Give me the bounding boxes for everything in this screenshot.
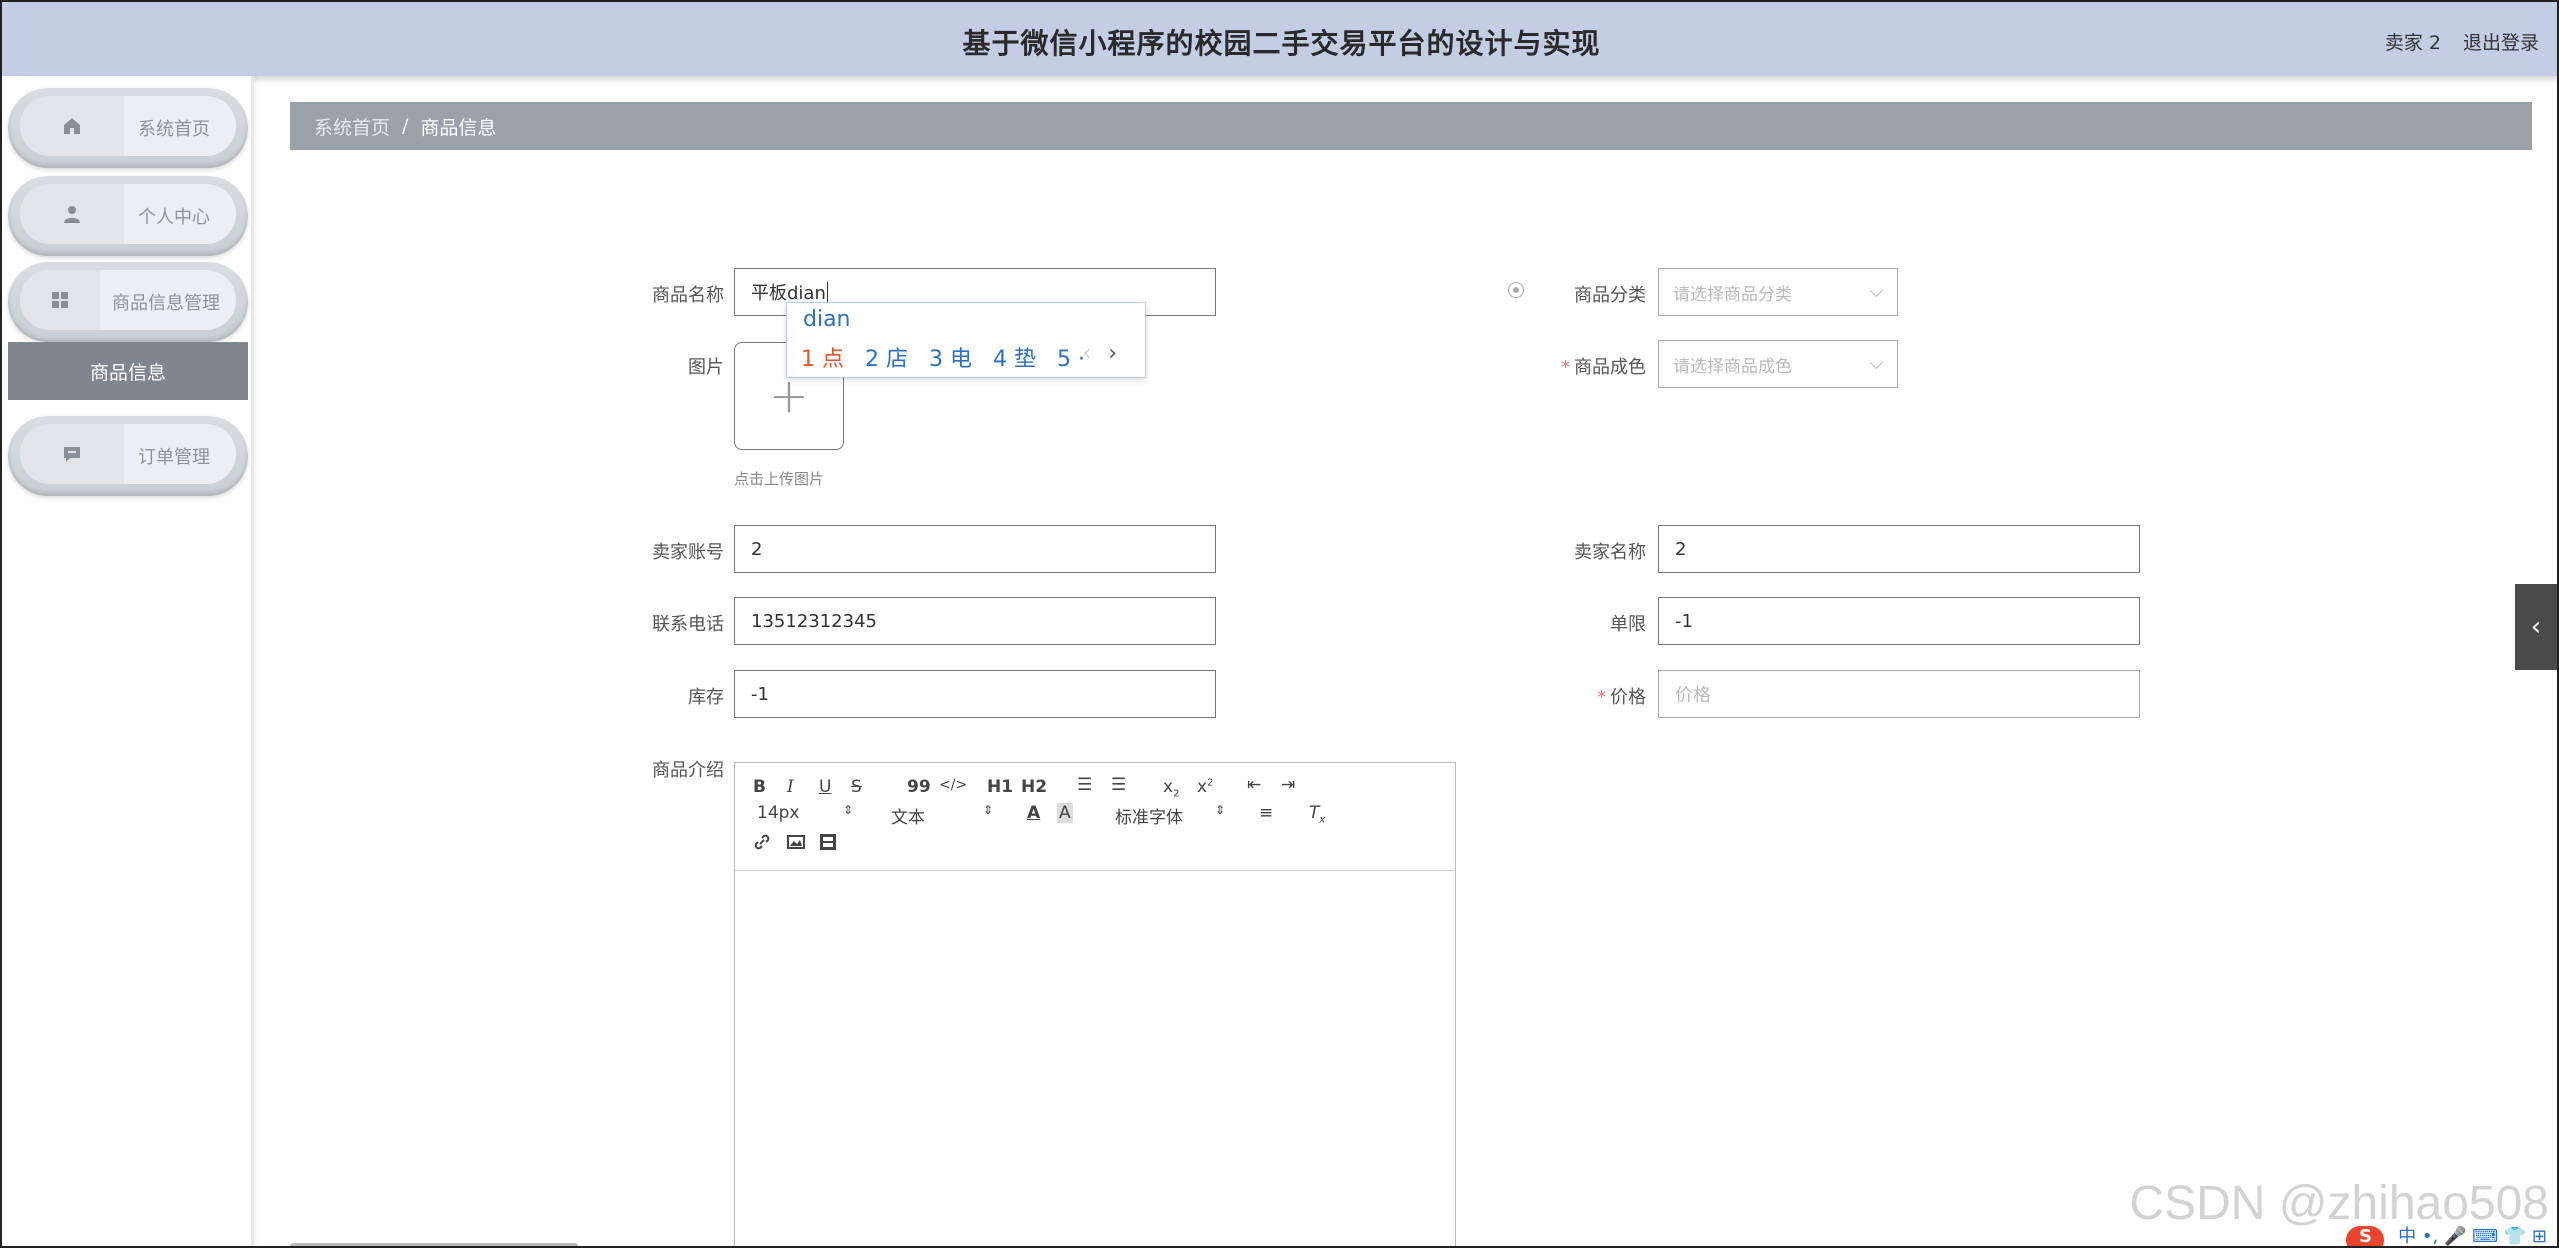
sidebar-item-goods-management[interactable]: 商品信息管理	[8, 262, 248, 342]
bullet-list-icon[interactable]: ☰	[1111, 775, 1126, 795]
category-select[interactable]: 请选择商品分类 ⌵	[1658, 268, 1898, 316]
limit-label: 单限	[1610, 614, 1646, 635]
ime-candidate[interactable]: 5 ·	[1057, 347, 1085, 372]
link-icon[interactable]	[753, 833, 771, 856]
ime-candidate[interactable]: 1 点	[801, 347, 844, 372]
category-placeholder: 请选择商品分类	[1673, 284, 1792, 305]
breadcrumb-separator: /	[402, 115, 409, 137]
ime-nav: ‹ ›	[1082, 341, 1117, 366]
condition-select[interactable]: 请选择商品成色 ⌵	[1658, 340, 1898, 388]
strike-button[interactable]: S	[851, 777, 862, 797]
price-label: * 价格	[1597, 687, 1646, 708]
condition-label: * 商品成色	[1561, 357, 1646, 378]
sidebar: 系统首页 个人中心 商品信息管理 商品信息 订单管理	[2, 76, 254, 1246]
top-header: 基于微信小程序的校园二手交易平台的设计与实现 卖家 2 退出登录	[2, 2, 2557, 76]
ime-next-icon[interactable]: ›	[1108, 341, 1117, 366]
page-title: 基于微信小程序的校园二手交易平台的设计与实现	[962, 27, 1601, 60]
ime-candidate[interactable]: 4 垫	[993, 347, 1036, 372]
clear-format-icon[interactable]: Tx	[1309, 803, 1325, 825]
updown-icon: ⇕	[843, 803, 854, 817]
ime-candidates: 1 点 2 店 3 电 4 垫 5 ·	[801, 341, 1099, 373]
updown-icon: ⇕	[983, 803, 994, 817]
sidebar-group-goods: 商品信息管理 商品信息	[8, 262, 248, 406]
image-icon[interactable]	[787, 833, 805, 856]
seller-name-input[interactable]: 2	[1658, 525, 2140, 573]
intro-label: 商品介绍	[652, 760, 724, 781]
breadcrumb-current: 商品信息	[420, 116, 497, 139]
logout-link[interactable]: 退出登录	[2463, 28, 2539, 55]
sidebar-subitem-goods-info[interactable]: 商品信息	[8, 342, 248, 400]
required-mark: *	[1561, 357, 1570, 378]
superscript-button[interactable]: x2	[1197, 777, 1213, 797]
ime-candidate-popup: dian 1 点 2 店 3 电 4 垫 5 · ‹ ›	[786, 302, 1146, 378]
current-user: 卖家 2	[2384, 32, 2441, 54]
chevron-down-icon: ⌵	[1869, 281, 1883, 302]
paragraph-select[interactable]: 文本	[891, 803, 925, 828]
limit-input[interactable]: -1	[1658, 597, 2140, 645]
ime-pinyin: dian	[803, 307, 851, 332]
seller-account-label: 卖家账号	[652, 542, 724, 563]
bold-button[interactable]: B	[753, 777, 766, 797]
underline-button[interactable]: U	[819, 777, 831, 797]
chat-icon	[20, 424, 124, 484]
category-label: 商品分类	[1574, 285, 1646, 306]
text-cursor	[826, 282, 828, 302]
image-label: 图片	[688, 357, 724, 378]
user-icon	[20, 184, 124, 244]
stock-label: 库存	[688, 687, 724, 708]
upload-tip: 点击上传图片	[734, 470, 825, 488]
grid-icon	[20, 270, 100, 330]
stock-input[interactable]: -1	[734, 670, 1216, 718]
h1-button[interactable]: H1	[987, 777, 1013, 797]
ime-candidate[interactable]: 3 电	[929, 347, 972, 372]
background-color-icon[interactable]: A	[1057, 803, 1073, 823]
editor-toolbar: B I U S 99 </> H1 H2 ☰ ☰ x2 x2 ⇤ ⇥ 14px …	[735, 763, 1455, 871]
indent-icon[interactable]: ⇤	[1247, 775, 1261, 795]
seller-name-label: 卖家名称	[1574, 542, 1646, 563]
chevron-down-icon: ⌵	[1869, 353, 1883, 374]
price-input[interactable]: 价格	[1658, 670, 2140, 718]
phone-label: 联系电话	[652, 614, 724, 635]
breadcrumb: 系统首页 / 商品信息	[290, 102, 2532, 150]
video-icon[interactable]	[819, 833, 837, 856]
sidebar-item-label: 订单管理	[138, 447, 210, 468]
rich-text-editor: B I U S 99 </> H1 H2 ☰ ☰ x2 x2 ⇤ ⇥ 14px …	[734, 762, 1456, 1246]
font-color-icon[interactable]: A	[1027, 803, 1040, 823]
align-icon[interactable]: ≡	[1259, 803, 1273, 823]
font-family-select[interactable]: 标准字体	[1115, 803, 1183, 828]
sogou-logo-icon: S	[2346, 1226, 2385, 1246]
breadcrumb-home[interactable]: 系统首页	[314, 113, 390, 140]
updown-icon: ⇕	[1215, 803, 1226, 817]
italic-button[interactable]: I	[787, 777, 794, 797]
sidebar-item-orders[interactable]: 订单管理	[8, 416, 248, 496]
outdent-icon[interactable]: ⇥	[1281, 775, 1295, 795]
seller-account-input[interactable]: 2	[734, 525, 1216, 573]
phone-input[interactable]: 13512312345	[734, 597, 1216, 645]
sidebar-item-label: 个人中心	[138, 207, 210, 228]
subscript-button[interactable]: x2	[1163, 777, 1179, 799]
name-label: 商品名称	[652, 285, 724, 306]
font-size-select[interactable]: 14px	[757, 803, 799, 823]
chevron-left-icon[interactable]: ‹	[2515, 584, 2557, 670]
condition-placeholder: 请选择商品成色	[1673, 356, 1792, 377]
sidebar-item-label: 系统首页	[138, 119, 210, 140]
editor-content[interactable]	[735, 871, 1455, 1246]
code-block-button[interactable]: </>	[939, 777, 967, 793]
h2-button[interactable]: H2	[1021, 777, 1047, 797]
app-window: 基于微信小程序的校园二手交易平台的设计与实现 卖家 2 退出登录 系统首页 个人…	[0, 0, 2559, 1248]
home-icon	[20, 96, 124, 156]
ime-candidate[interactable]: 2 店	[865, 347, 908, 372]
required-mark: *	[1597, 687, 1606, 708]
sidebar-item-profile[interactable]: 个人中心	[8, 176, 248, 256]
blockquote-button[interactable]: 99	[907, 777, 931, 797]
ordered-list-icon[interactable]: ☰	[1077, 775, 1092, 795]
ime-status-text: 中 •, 🎤 ⌨ 👕 ⊞	[2398, 1226, 2547, 1247]
sidebar-item-home[interactable]: 系统首页	[8, 88, 248, 168]
ime-status-bar: S 中 •, 🎤 ⌨ 👕 ⊞	[2346, 1222, 2547, 1247]
horizontal-scrollbar[interactable]	[290, 1243, 578, 1246]
ime-prev-icon[interactable]: ‹	[1082, 341, 1091, 366]
sidebar-item-label: 商品信息管理	[112, 293, 220, 314]
